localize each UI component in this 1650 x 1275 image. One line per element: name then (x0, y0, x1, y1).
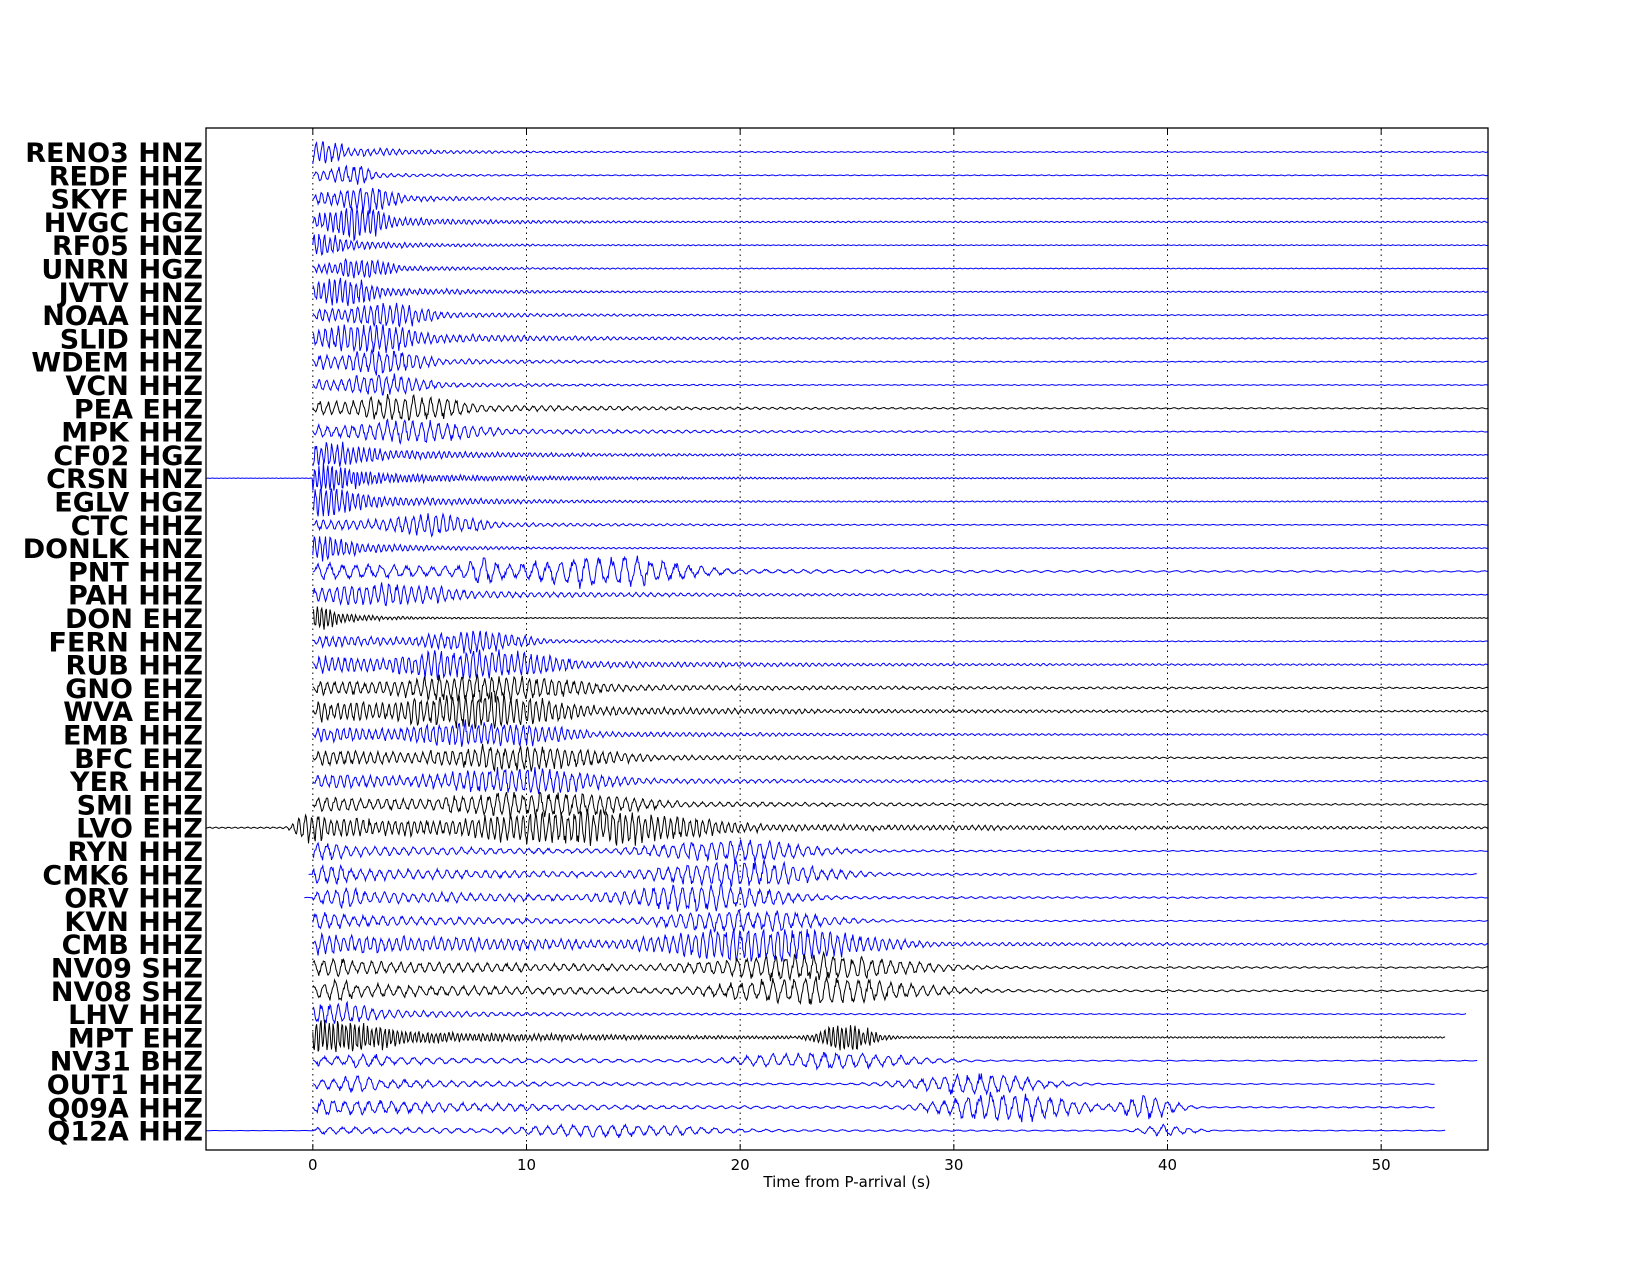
trace-kvn-hhz (312, 909, 1488, 933)
trace-donlk-hnz (312, 536, 1488, 562)
trace-noaa-hnz (312, 302, 1488, 328)
trace-smi-ehz (312, 791, 1488, 819)
station-label: Q12A HHZ (47, 1117, 203, 1148)
trace-redf-hhz (312, 164, 1488, 185)
trace-jvtv-hnz (312, 277, 1488, 307)
x-tick-label: 0 (308, 1156, 318, 1174)
grid-layer (312, 128, 1382, 1150)
trace-mpt-ehz (312, 1019, 1446, 1053)
trace-lvo-ehz (205, 809, 1489, 846)
trace-pea-ehz (312, 393, 1488, 421)
trace-lhv-hhz (312, 1000, 1467, 1024)
trace-orv-hhz (304, 883, 1488, 912)
trace-pnt-hhz (312, 555, 1488, 589)
trace-nv09-shz (312, 950, 1488, 982)
seismogram-chart: RENO3 HNZREDF HHZSKYF HNZHVGC HGZRF05 HN… (23, 127, 1489, 1191)
plot-frame (205, 127, 1489, 1151)
trace-yer-hhz (312, 766, 1488, 794)
trace-cmk6-hhz (308, 859, 1477, 887)
trace-cmb-hhz (312, 928, 1488, 962)
x-axis-title: Time from P-arrival (s) (762, 1173, 930, 1191)
x-tick-label: 50 (1372, 1156, 1391, 1174)
trace-skyf-hnz (312, 187, 1488, 214)
x-tick-label: 30 (944, 1156, 963, 1174)
trace-slid-hnz (312, 324, 1488, 353)
trace-layer (205, 140, 1489, 1139)
trace-bfc-ehz (312, 743, 1488, 773)
x-tick-label: 20 (731, 1156, 750, 1174)
trace-ryn-hhz (312, 839, 1488, 863)
trace-nv31-bhz (312, 1051, 1478, 1071)
trace-q09a-hhz (312, 1091, 1435, 1123)
trace-wdem-hhz (312, 348, 1488, 376)
trace-reno3-hnz (312, 140, 1488, 165)
x-tick-label: 40 (1158, 1156, 1177, 1174)
trace-emb-hhz (312, 719, 1488, 748)
trace-hvgc-hgz (312, 207, 1488, 242)
trace-nv08-shz (312, 976, 1488, 1006)
trace-q12a-hhz (206, 1123, 1446, 1139)
trace-vcn-hhz (312, 373, 1488, 396)
trace-cf02-hgz (312, 441, 1488, 467)
trace-out1-hhz (312, 1072, 1435, 1096)
trace-crsn-hnz (205, 462, 1488, 491)
trace-fern-hnz (312, 630, 1488, 654)
trace-unrn-hgz (312, 257, 1488, 279)
trace-pah-hhz (312, 582, 1488, 607)
station-label-layer: RENO3 HNZREDF HHZSKYF HNZHVGC HGZRF05 HN… (23, 138, 203, 1148)
trace-mpk-hhz (312, 418, 1488, 445)
trace-eglv-hgz (312, 488, 1488, 517)
trace-rf05-hnz (312, 233, 1488, 257)
trace-ctc-hhz (312, 512, 1488, 538)
trace-don-ehz (312, 606, 1488, 630)
trace-rub-hhz (312, 649, 1488, 681)
x-tick-label: 10 (517, 1156, 536, 1174)
